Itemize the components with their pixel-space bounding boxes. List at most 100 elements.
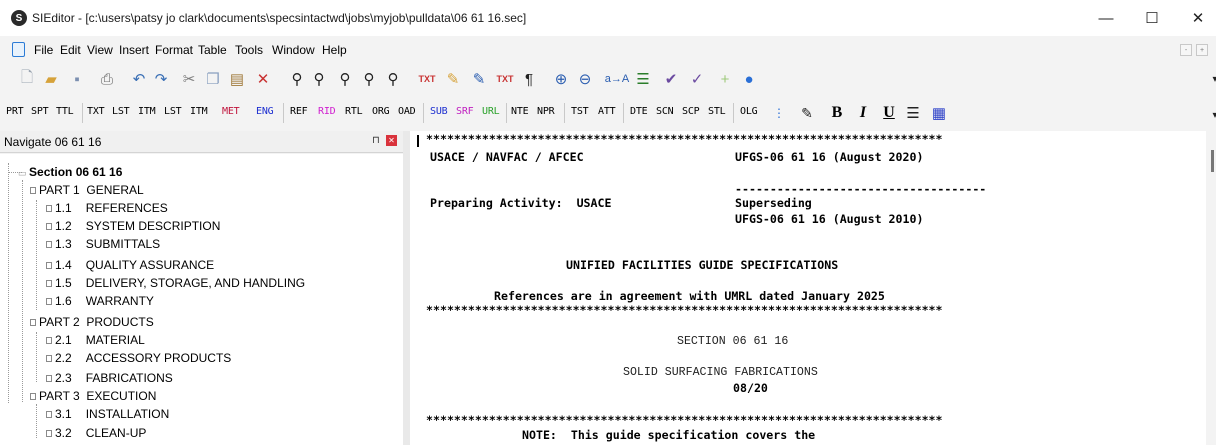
tag-npr-button[interactable]: NPR bbox=[537, 106, 555, 117]
tree-item-2-3[interactable]: 2.3 FABRICATIONS bbox=[46, 371, 173, 385]
tree-item-2-2[interactable]: 2.2 ACCESSORY PRODUCTS bbox=[46, 351, 231, 365]
tag-att-button[interactable]: ATT bbox=[598, 106, 616, 117]
tag-srf-button[interactable]: SRF bbox=[456, 106, 474, 117]
list-format-icon[interactable]: ☰ bbox=[632, 68, 654, 90]
tree-item-1-2[interactable]: 1.2 SYSTEM DESCRIPTION bbox=[46, 219, 220, 233]
tag-scp-button[interactable]: SCP bbox=[682, 106, 700, 117]
find-replace-icon[interactable]: ⚲ bbox=[358, 68, 380, 90]
mdi-restore-button[interactable]: + bbox=[1196, 44, 1208, 56]
align-icon[interactable]: ☰ bbox=[902, 102, 924, 124]
tag-rid-button[interactable]: RID bbox=[318, 106, 336, 117]
menu-tools[interactable]: Tools bbox=[235, 43, 263, 57]
document-editor[interactable] bbox=[410, 131, 1206, 445]
find-next-icon[interactable]: ⚲ bbox=[308, 68, 330, 90]
tree-item-1-1[interactable]: 1.1 REFERENCES bbox=[46, 201, 168, 215]
find-tag-icon[interactable]: ⚲ bbox=[334, 68, 356, 90]
menu-file[interactable]: File bbox=[34, 43, 53, 57]
minimize-button[interactable]: — bbox=[1083, 0, 1129, 36]
document-icon[interactable] bbox=[12, 42, 25, 57]
menu-window[interactable]: Window bbox=[272, 43, 315, 57]
tag-scn-button[interactable]: SCN bbox=[656, 106, 674, 117]
menu-table[interactable]: Table bbox=[198, 43, 227, 57]
font-size-icon[interactable]: a→A bbox=[605, 68, 629, 90]
tag-spt-button[interactable]: SPT bbox=[31, 106, 49, 117]
tree-item-1-6[interactable]: 1.6 WARRANTY bbox=[46, 294, 154, 308]
menu-format[interactable]: Format bbox=[155, 43, 193, 57]
tree-part-1[interactable]: PART 1 GENERAL bbox=[30, 183, 144, 197]
italic-button[interactable]: I bbox=[852, 102, 874, 124]
tag-olg-button[interactable]: OLG bbox=[740, 106, 758, 117]
tree-part-3[interactable]: PART 3 EXECUTION bbox=[30, 389, 156, 403]
save-icon[interactable]: ▪ bbox=[66, 68, 88, 90]
edit-highlight-icon[interactable]: ✎ bbox=[468, 68, 490, 90]
vertical-scrollbar[interactable] bbox=[1206, 131, 1216, 445]
tag-txt-button[interactable]: TXT bbox=[87, 106, 105, 117]
tag-org-button[interactable]: ORG bbox=[372, 106, 390, 117]
undo-icon[interactable]: ↶ bbox=[128, 68, 150, 90]
tag-ttl-button[interactable]: TTL bbox=[56, 106, 74, 117]
spell-check-all-icon[interactable]: ✓ bbox=[686, 68, 708, 90]
open-folder-icon[interactable]: ▰ bbox=[40, 68, 62, 90]
zoom-out-icon[interactable]: ⊖ bbox=[574, 68, 596, 90]
toolbar2-overflow-icon[interactable]: ▾ bbox=[1204, 104, 1216, 126]
tag-oad-button[interactable]: OAD bbox=[398, 106, 416, 117]
tag-itm-sub-button[interactable]: ITM bbox=[190, 106, 208, 117]
tree-item-3-1[interactable]: 3.1 INSTALLATION bbox=[46, 407, 169, 421]
find-all-icon[interactable]: ⚲ bbox=[382, 68, 404, 90]
find-icon[interactable]: ⚲ bbox=[286, 68, 308, 90]
redo-icon[interactable]: ↷ bbox=[150, 68, 172, 90]
paragraph-marks-icon[interactable]: ¶ bbox=[518, 68, 540, 90]
txt-revision-icon[interactable]: TXT bbox=[494, 68, 516, 90]
tag-ref-button[interactable]: REF bbox=[290, 106, 308, 117]
pin-icon[interactable]: ⊓ bbox=[372, 135, 380, 146]
tag-sub-button[interactable]: SUB bbox=[430, 106, 448, 117]
table-icon[interactable]: ▦ bbox=[928, 102, 950, 124]
menu-insert[interactable]: Insert bbox=[119, 43, 149, 57]
navigator-close-icon[interactable]: ✕ bbox=[386, 135, 397, 146]
pen-icon[interactable]: ✎ bbox=[796, 102, 818, 124]
tree-part-2[interactable]: PART 2 PRODUCTS bbox=[30, 315, 154, 329]
tree-item-1-3[interactable]: 1.3 SUBMITTALS bbox=[46, 237, 160, 251]
menu-edit[interactable]: Edit bbox=[60, 43, 81, 57]
highlight-icon[interactable]: ✎ bbox=[442, 68, 464, 90]
spell-check-icon[interactable]: ✔ bbox=[660, 68, 682, 90]
tag-tree-icon[interactable]: ⋮ bbox=[768, 102, 790, 124]
tree-item-1-5[interactable]: 1.5 DELIVERY, STORAGE, AND HANDLING bbox=[46, 276, 305, 290]
new-file-icon[interactable]: 🗋 bbox=[16, 68, 38, 90]
help-icon[interactable]: ● bbox=[738, 68, 760, 90]
tag-dte-button[interactable]: DTE bbox=[630, 106, 648, 117]
tree-item-2-1[interactable]: 2.1 MATERIAL bbox=[46, 333, 145, 347]
tag-tst-button[interactable]: TST bbox=[571, 106, 589, 117]
tree-item-1-4[interactable]: 1.4 QUALITY ASSURANCE bbox=[46, 258, 214, 272]
tag-lst-sub-button[interactable]: LST bbox=[164, 106, 182, 117]
print-icon[interactable]: ⎙ bbox=[96, 68, 118, 90]
bold-button[interactable]: B bbox=[826, 102, 848, 124]
underline-button[interactable]: U bbox=[878, 102, 900, 124]
delete-icon[interactable]: ✕ bbox=[252, 68, 274, 90]
copy-icon[interactable]: ❐ bbox=[202, 68, 224, 90]
tag-rtl-button[interactable]: RTL bbox=[345, 106, 363, 117]
scrollbar-thumb[interactable] bbox=[1211, 150, 1214, 172]
cut-icon[interactable]: ✂ bbox=[178, 68, 200, 90]
tree-section[interactable]: ▭ Section 06 61 16 bbox=[18, 165, 122, 179]
menu-help[interactable]: Help bbox=[322, 43, 347, 57]
tag-prt-button[interactable]: PRT bbox=[6, 106, 24, 117]
tree-item-3-2[interactable]: 3.2 CLEAN-UP bbox=[46, 426, 146, 440]
tag-eng-button[interactable]: ENG bbox=[256, 106, 274, 117]
tag-lst-button[interactable]: LST bbox=[112, 106, 130, 117]
toolbar-overflow-icon[interactable]: ▾ bbox=[1204, 68, 1216, 90]
mdi-minimize-button[interactable]: - bbox=[1180, 44, 1192, 56]
add-icon[interactable]: + bbox=[714, 68, 736, 90]
zoom-in-icon[interactable]: ⊕ bbox=[550, 68, 572, 90]
close-button[interactable]: ✕ bbox=[1175, 0, 1216, 36]
tag-met-button[interactable]: MET bbox=[222, 106, 240, 117]
txt-strike-icon[interactable]: TXT bbox=[416, 68, 438, 90]
panel-splitter[interactable] bbox=[403, 131, 410, 445]
maximize-button[interactable]: ☐ bbox=[1129, 0, 1175, 36]
paste-icon[interactable]: ▤ bbox=[226, 68, 248, 90]
tag-stl-button[interactable]: STL bbox=[708, 106, 726, 117]
tag-nte-button[interactable]: NTE bbox=[511, 106, 529, 117]
tag-itm-button[interactable]: ITM bbox=[138, 106, 156, 117]
tag-url-button[interactable]: URL bbox=[482, 106, 500, 117]
menu-view[interactable]: View bbox=[87, 43, 113, 57]
